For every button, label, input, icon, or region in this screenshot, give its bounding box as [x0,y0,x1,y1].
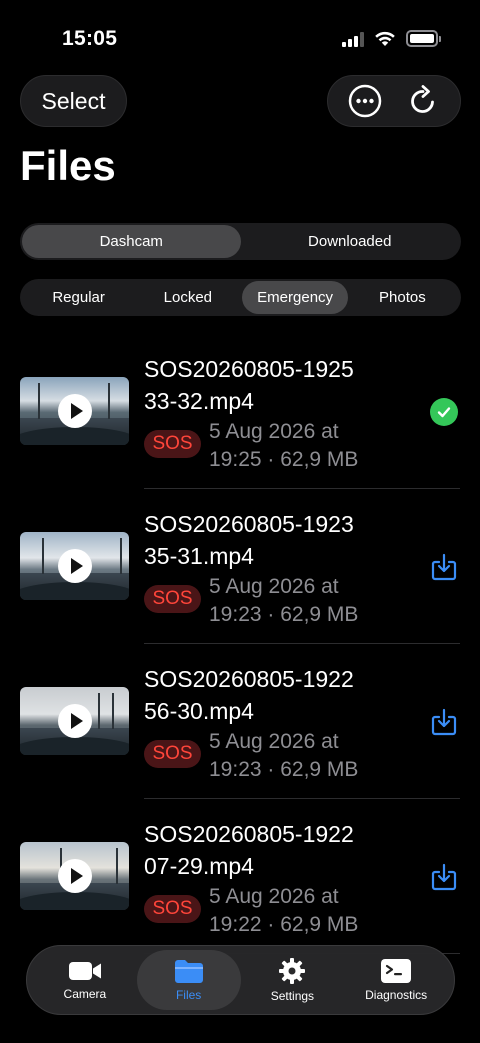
status-bar: 15:05 [0,0,480,80]
row-status [430,398,458,426]
video-thumbnail[interactable] [20,842,129,910]
download-icon[interactable] [430,863,458,891]
download-icon[interactable] [430,553,458,581]
header-actions [327,75,461,127]
file-name: SOS20260805-1925 33-32.mp4 [144,356,354,414]
tab-camera[interactable]: Camera [33,950,137,1010]
tab-label: Diagnostics [365,988,428,1002]
file-meta: 5 Aug 2026 at 19:23 · 62,9 MB [209,730,359,781]
filter-regular[interactable]: Regular [24,281,133,314]
checkmark-circle-icon [430,398,458,426]
file-list: SOS20260805-1925 33-32.mp4 SOS 5 Aug 202… [0,334,480,954]
file-name: SOS20260805-1922 56-30.mp4 [144,666,354,724]
segment-dashcam[interactable]: Dashcam [22,225,241,258]
file-row[interactable]: SOS20260805-1925 33-32.mp4 SOS 5 Aug 202… [0,334,480,489]
file-row[interactable]: SOS20260805-1922 56-30.mp4 SOS 5 Aug 202… [0,644,480,799]
page-title: Files [20,142,116,189]
sos-badge: SOS [144,895,201,923]
select-button[interactable]: Select [20,75,127,127]
sos-badge: SOS [144,430,201,458]
tab-bar: Camera Files Settings Diagnostics [26,945,455,1015]
cellular-signal-icon [342,31,364,47]
tab-label: Camera [63,987,107,1001]
video-thumbnail[interactable] [20,532,129,600]
file-name: SOS20260805-1923 35-31.mp4 [144,511,354,569]
file-meta: 5 Aug 2026 at 19:22 · 62,9 MB [209,885,359,936]
file-name: SOS20260805-1922 07-29.mp4 [144,821,354,879]
tab-label: Settings [270,989,315,1003]
download-icon[interactable] [430,708,458,736]
segment-downloaded[interactable]: Downloaded [241,225,460,258]
tab-label: Files [175,988,202,1002]
folder-icon [174,960,203,983]
gear-icon [279,958,306,984]
tab-files[interactable]: Files [136,950,241,1010]
file-meta: 5 Aug 2026 at 19:25 · 62,9 MB [209,420,359,471]
category-filter: Regular Locked Emergency Photos [20,279,461,316]
status-icons [342,30,441,47]
video-thumbnail[interactable] [20,687,129,755]
tab-diagnostics[interactable]: Diagnostics [344,950,448,1010]
file-meta: 5 Aug 2026 at 19:23 · 62,9 MB [209,575,359,626]
play-icon[interactable] [58,549,92,583]
sos-badge: SOS [144,585,201,613]
play-icon[interactable] [58,394,92,428]
play-icon[interactable] [58,704,92,738]
status-time: 15:05 [62,27,118,50]
source-segmented-control: Dashcam Downloaded [20,223,461,260]
refresh-icon[interactable] [403,81,443,121]
tab-settings[interactable]: Settings [241,950,345,1010]
filter-photos[interactable]: Photos [348,281,457,314]
sos-badge: SOS [144,740,201,768]
play-icon[interactable] [58,859,92,893]
wifi-icon [375,31,395,46]
battery-icon [406,30,441,47]
file-row[interactable]: SOS20260805-1923 35-31.mp4 SOS 5 Aug 202… [0,489,480,644]
filter-emergency[interactable]: Emergency [242,281,348,314]
ellipsis-circle-icon[interactable] [345,81,385,121]
file-row[interactable]: SOS20260805-1922 07-29.mp4 SOS 5 Aug 202… [0,799,480,954]
video-camera-icon [68,962,101,980]
terminal-icon [381,959,412,983]
filter-locked[interactable]: Locked [133,281,242,314]
video-thumbnail[interactable] [20,377,129,445]
